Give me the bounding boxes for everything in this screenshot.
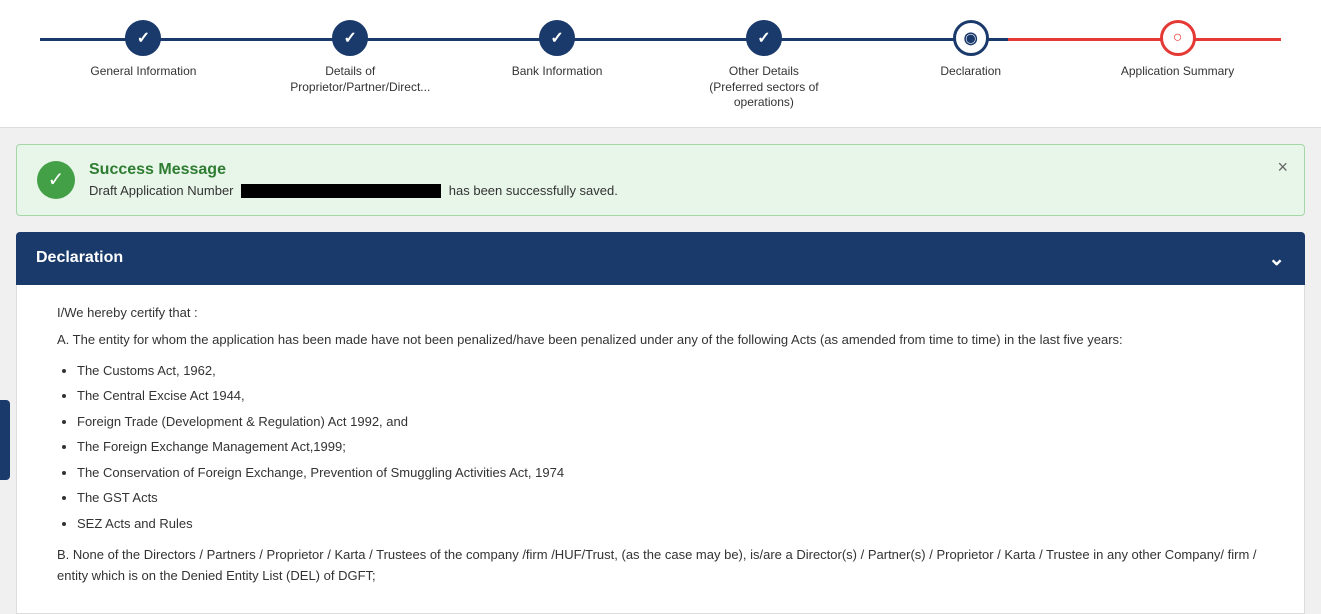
list-item: The Central Excise Act 1944, xyxy=(77,386,1274,406)
step-app-summary[interactable]: ○ Application Summary xyxy=(1074,20,1281,80)
step-other-details[interactable]: ✓ Other Details (Preferred sectors of op… xyxy=(660,20,867,111)
progress-steps: ✓ General Information ✓ Details of Propr… xyxy=(40,20,1281,111)
progress-bar: ✓ General Information ✓ Details of Propr… xyxy=(0,0,1321,128)
step-label-declaration: Declaration xyxy=(940,64,1001,80)
step-label-general-info: General Information xyxy=(90,64,196,80)
declaration-header[interactable]: Declaration ⌄ xyxy=(16,232,1305,285)
step-label-other: Other Details (Preferred sectors of oper… xyxy=(704,64,824,111)
step-label-proprietor: Details of Proprietor/Partner/Direct... xyxy=(290,64,410,95)
list-item: The Customs Act, 1962, xyxy=(77,361,1274,381)
close-button[interactable]: × xyxy=(1277,157,1288,178)
draft-number-redacted xyxy=(241,184,441,198)
step-circle-summary: ○ xyxy=(1160,20,1196,56)
step-general-info[interactable]: ✓ General Information xyxy=(40,20,247,80)
step-circle-proprietor: ✓ xyxy=(332,20,368,56)
step-circle-bank: ✓ xyxy=(539,20,575,56)
success-text: Success Message Draft Application Number… xyxy=(89,161,618,199)
step-circle-declaration: ◉ xyxy=(953,20,989,56)
success-body: Draft Application Number has been succes… xyxy=(89,183,618,199)
success-body-prefix: Draft Application Number xyxy=(89,183,234,198)
success-banner: ✓ Success Message Draft Application Numb… xyxy=(16,144,1305,216)
declaration-title: Declaration xyxy=(36,249,123,267)
list-item: Foreign Trade (Development & Regulation)… xyxy=(77,412,1274,432)
list-item: The Conservation of Foreign Exchange, Pr… xyxy=(77,463,1274,483)
step-bank-info[interactable]: ✓ Bank Information xyxy=(454,20,661,80)
step-circle-other: ✓ xyxy=(746,20,782,56)
list-item: The GST Acts xyxy=(77,488,1274,508)
step-circle-general-info: ✓ xyxy=(125,20,161,56)
left-accent-bar xyxy=(0,400,10,480)
success-body-suffix: has been successfully saved. xyxy=(449,183,618,198)
chevron-down-icon: ⌄ xyxy=(1268,246,1285,271)
list-item: The Foreign Exchange Management Act,1999… xyxy=(77,437,1274,457)
list-item: SEZ Acts and Rules xyxy=(77,514,1274,534)
success-icon: ✓ xyxy=(37,161,75,199)
step-proprietor[interactable]: ✓ Details of Proprietor/Partner/Direct..… xyxy=(247,20,454,95)
section-b-text: B. None of the Directors / Partners / Pr… xyxy=(57,545,1274,587)
acts-list: The Customs Act, 1962, The Central Excis… xyxy=(57,361,1274,534)
section-a-text: A. The entity for whom the application h… xyxy=(57,330,1274,351)
certify-line: I/We hereby certify that : xyxy=(57,305,1274,320)
declaration-content: I/We hereby certify that : A. The entity… xyxy=(16,285,1305,614)
step-label-bank: Bank Information xyxy=(512,64,603,80)
step-label-summary: Application Summary xyxy=(1121,64,1234,80)
success-title: Success Message xyxy=(89,161,618,179)
step-declaration[interactable]: ◉ Declaration xyxy=(867,20,1074,80)
